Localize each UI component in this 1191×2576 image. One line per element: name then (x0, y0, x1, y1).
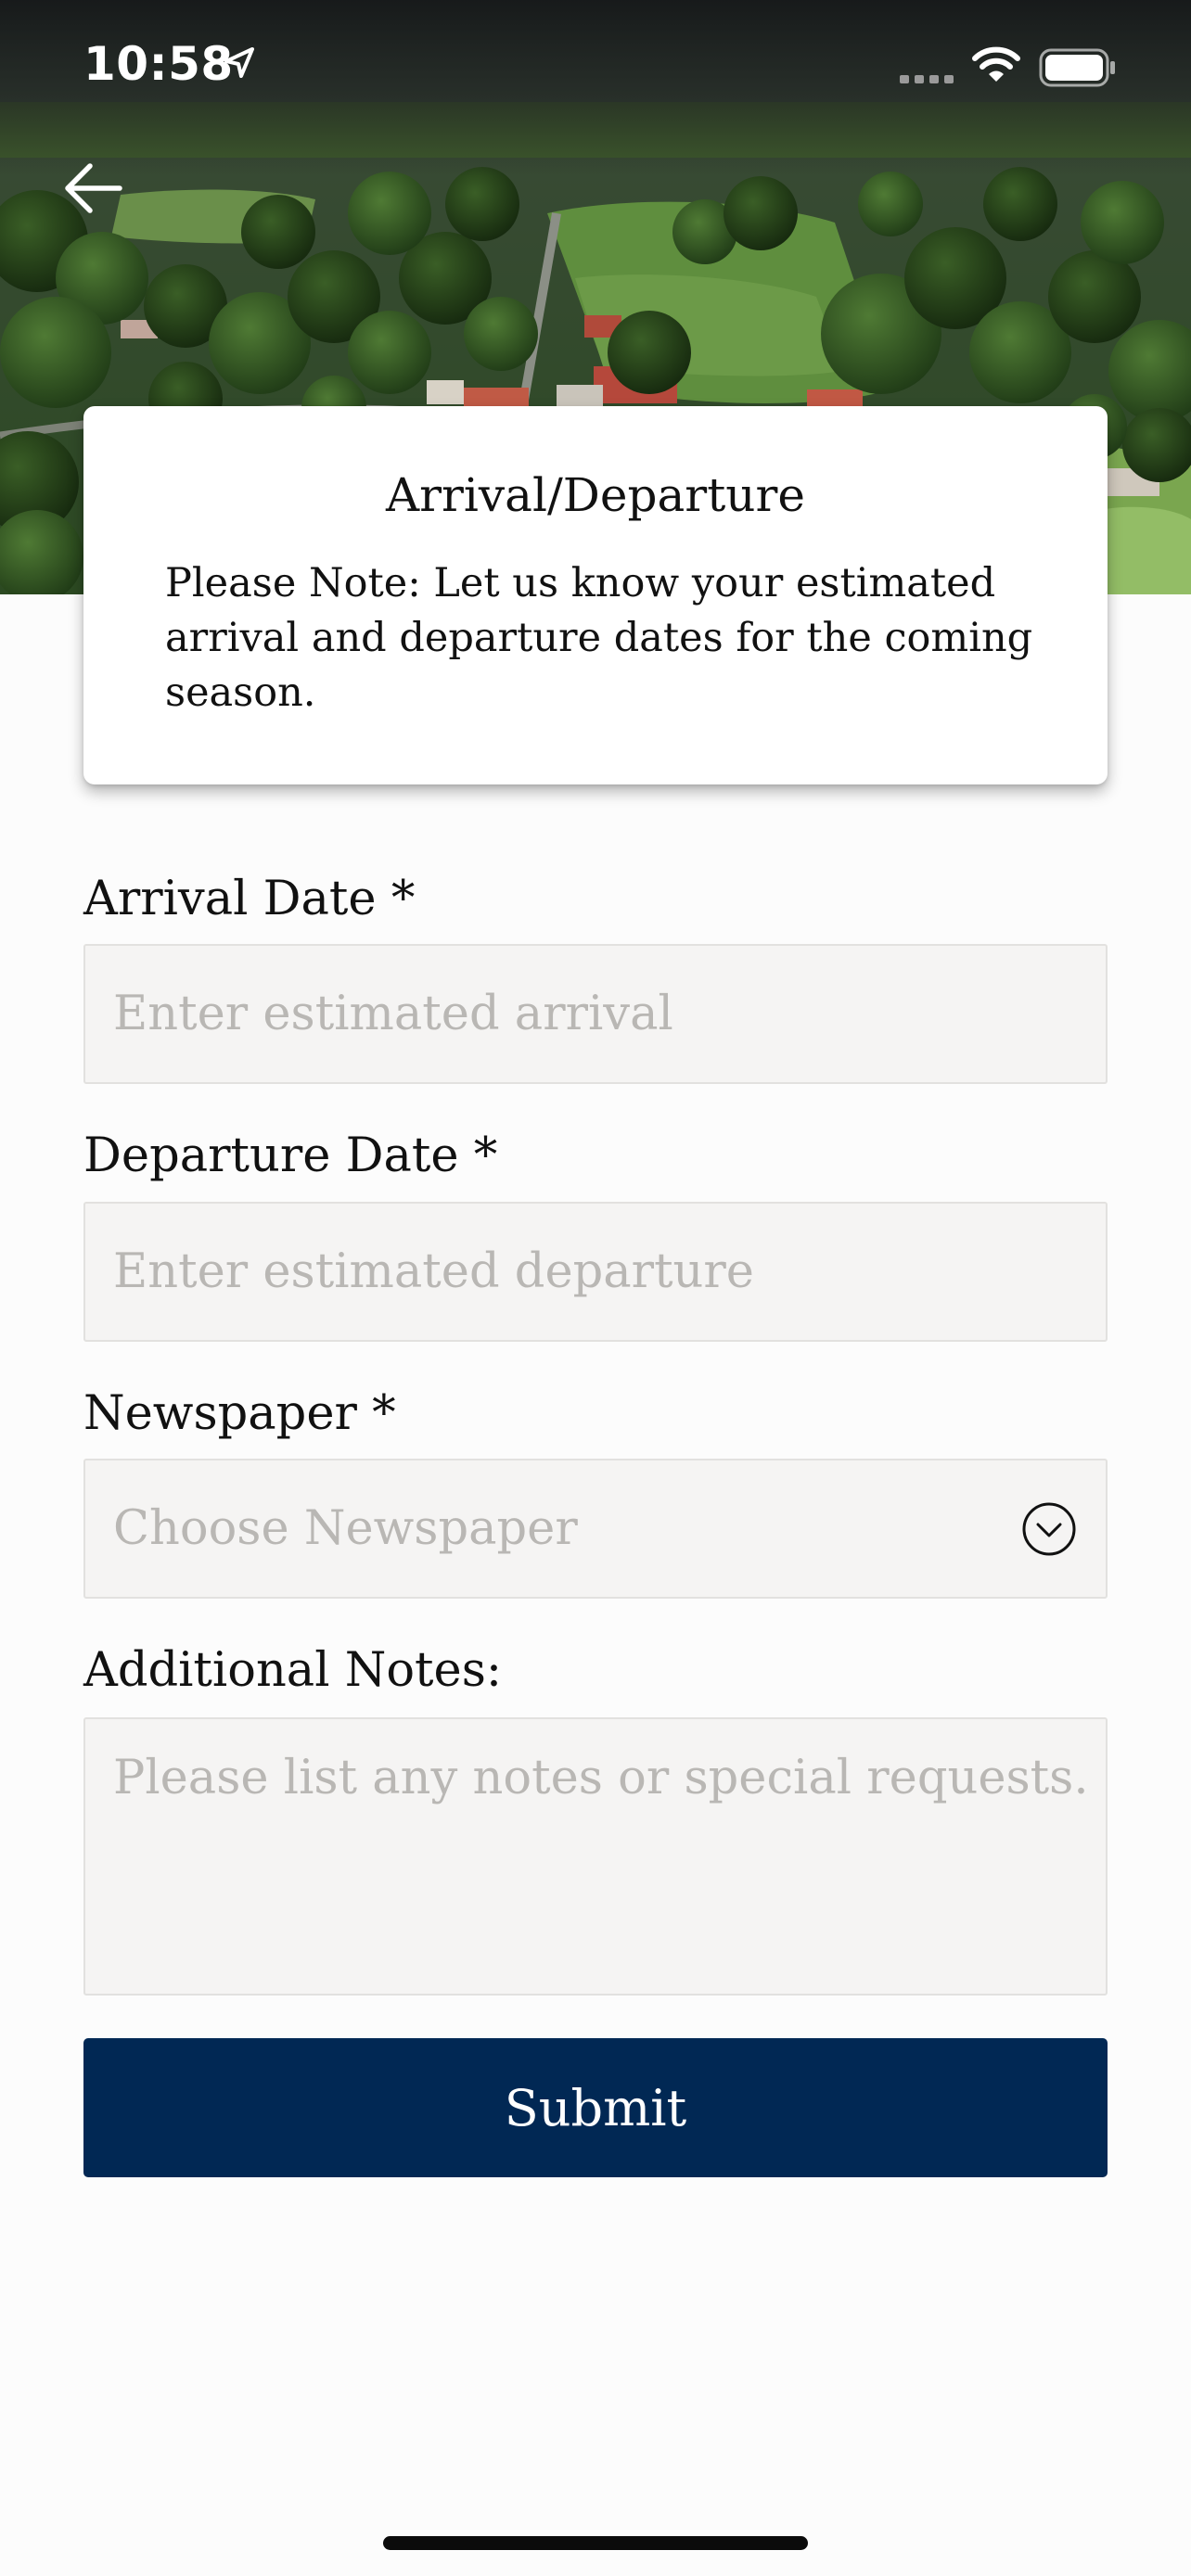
newspaper-label: Newspaper * (83, 1386, 396, 1441)
cellular-signal-icon (900, 70, 957, 88)
newspaper-select-placeholder: Choose Newspaper (113, 1501, 578, 1556)
battery-full-icon (1039, 48, 1117, 91)
note-card: Arrival/Departure Please Note: Let us kn… (83, 406, 1108, 784)
status-time: 10:58 (83, 37, 234, 91)
additional-notes-field-container (83, 1717, 1108, 1996)
arrow-left-icon (65, 163, 122, 213)
chevron-down-circle-icon (1020, 1500, 1078, 1562)
location-arrow-icon (221, 45, 258, 85)
additional-notes-label: Additional Notes: (83, 1643, 503, 1698)
newspaper-select[interactable]: Choose Newspaper (83, 1459, 1108, 1599)
submit-button[interactable]: Submit (83, 2038, 1108, 2177)
status-bar: 10:58 (0, 0, 1191, 130)
departure-date-input[interactable] (85, 1204, 1106, 1340)
departure-date-field-container (83, 1202, 1108, 1342)
back-button[interactable] (48, 144, 137, 233)
note-card-title: Arrival/Departure (386, 468, 805, 522)
arrival-date-input[interactable] (85, 946, 1106, 1082)
arrival-date-label: Arrival Date * (83, 872, 416, 926)
arrival-date-field-container (83, 944, 1108, 1084)
additional-notes-textarea[interactable] (85, 1719, 1106, 1994)
wifi-icon (972, 46, 1020, 87)
home-indicator (383, 2536, 808, 2550)
departure-date-label: Departure Date * (83, 1129, 498, 1183)
note-card-body: Please Note: Let us know your estimated … (165, 560, 1033, 716)
